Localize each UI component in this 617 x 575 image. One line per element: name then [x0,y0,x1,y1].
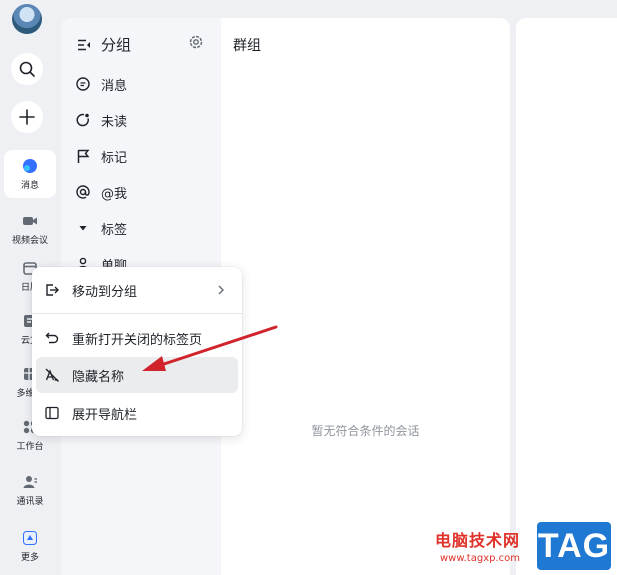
contacts-icon [21,473,39,491]
undo-icon [44,330,60,346]
at-sign-icon [76,185,90,199]
rail-label: 视频会议 [11,236,48,246]
avatar[interactable] [12,4,42,34]
group-item-label: 标签 [101,222,128,238]
rail-item-contacts[interactable]: 通讯录 [4,466,56,514]
watermark-site-name: 电脑技术网 [435,531,521,550]
group-panel-title: 分组 [101,36,132,54]
unread-icon [76,113,89,127]
chat-pane [516,18,617,575]
chat-bubble-icon [76,77,90,91]
menu-item-expand-nav[interactable]: 展开导航栏 [36,395,238,431]
message-bubble-icon [21,157,39,175]
list-panel-title: 群组 [233,38,261,54]
group-settings-button[interactable] [187,33,205,55]
menu-item-reopen-closed-tab[interactable]: 重新打开关闭的标签页 [36,320,238,356]
flag-icon [77,149,90,163]
conversation-list-panel: 群组 暂无符合条件的会话 [221,18,510,575]
menu-item-move-to-group[interactable]: 移动到分组 [36,272,238,308]
add-button[interactable] [11,101,43,133]
empty-state-text: 暂无符合条件的会话 [311,424,420,438]
move-to-group-icon [44,282,60,298]
group-item-labels[interactable]: 标签 [75,218,127,238]
group-panel-header: 分组 [75,34,131,55]
menu-item-label: 重新打开关闭的标签页 [72,332,203,348]
group-item-label: 标记 [101,150,128,166]
menu-item-label: 展开导航栏 [72,407,138,423]
rail-label: 工作台 [16,442,44,452]
watermark-tag-logo: TAG [537,522,611,570]
plus-icon [19,109,35,125]
hide-name-icon [44,367,60,383]
rail-label: 通讯录 [16,497,44,507]
collapse-sidebar-icon[interactable] [75,36,93,54]
rail-item-more[interactable]: 更多 [4,522,56,570]
sidebar-expand-icon [44,405,60,421]
chevron-right-icon [214,283,228,301]
rail-label: 更多 [20,553,39,563]
search-button[interactable] [11,53,43,85]
group-item-mentions[interactable]: @我 [75,182,127,202]
menu-item-hide-name[interactable]: 隐藏名称 [36,357,238,393]
menu-item-label: 移动到分组 [72,284,138,300]
context-menu: 移动到分组 重新打开关闭的标签页 隐藏名称 展开导航栏 [32,267,242,436]
group-item-label: 消息 [101,78,128,94]
search-icon [19,61,35,77]
group-item-messages[interactable]: 消息 [75,74,127,94]
more-apps-icon [21,529,39,547]
rail-label: 消息 [20,181,39,191]
watermark-url: www.tagxp.com [440,553,520,564]
group-item-flagged[interactable]: 标记 [75,146,127,166]
video-camera-icon [21,212,39,230]
rail-item-video-meeting[interactable]: 视频会议 [4,205,56,253]
caret-down-icon [79,226,87,231]
group-item-unread[interactable]: 未读 [75,110,127,130]
menu-item-label: 隐藏名称 [72,369,125,385]
group-item-label: 未读 [101,114,128,130]
group-item-label: @我 [101,186,128,202]
rail-item-messages[interactable]: 消息 [4,150,56,198]
gear-icon [189,35,203,49]
menu-divider [32,313,242,314]
